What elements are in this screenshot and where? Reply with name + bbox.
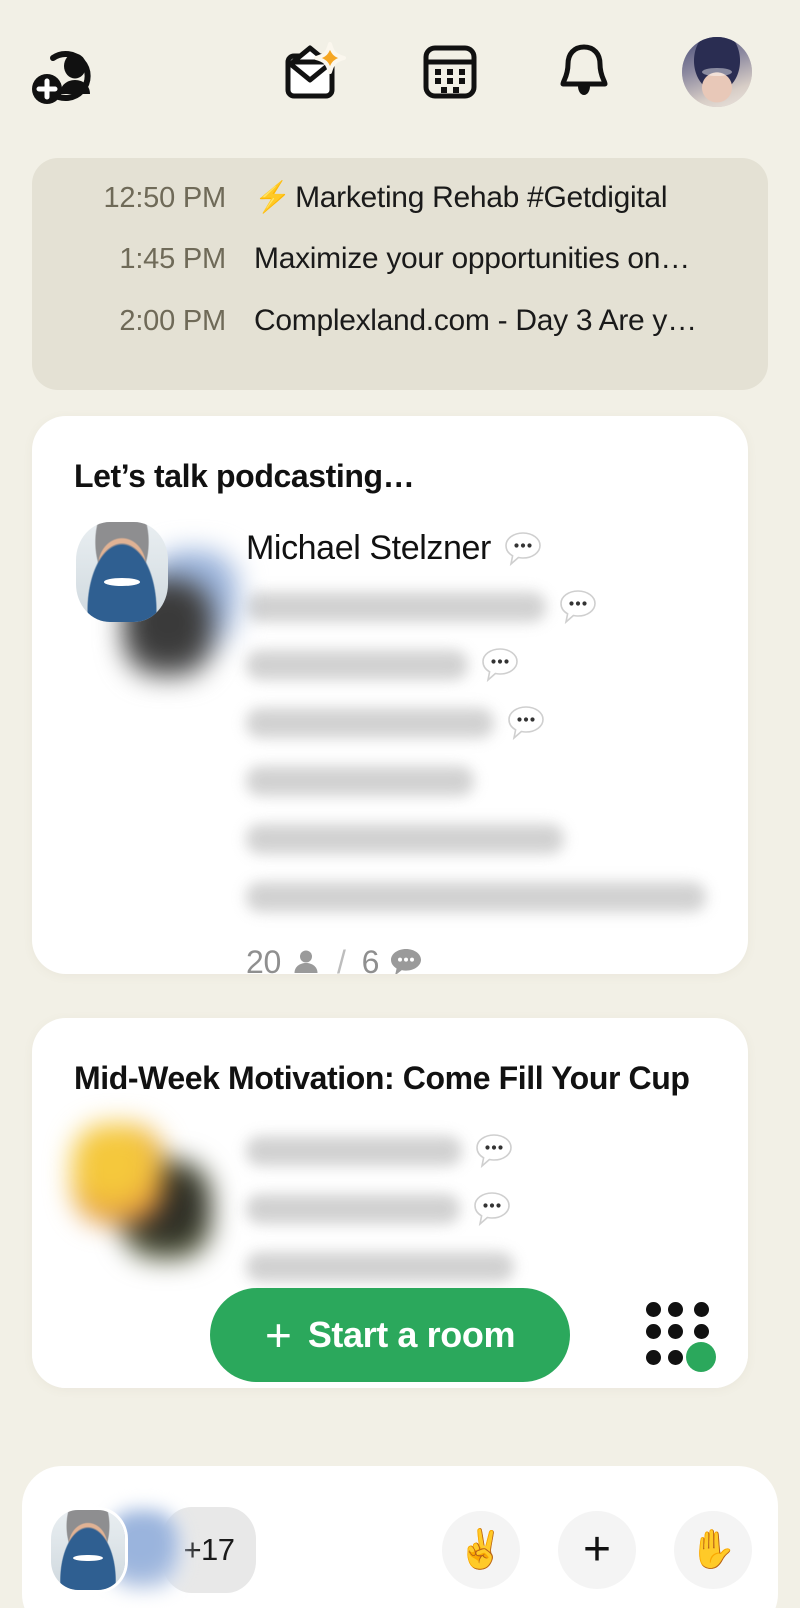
schedule-title-text: Marketing Rehab #Getdigital [295, 181, 668, 214]
schedule-item[interactable]: 12:50 PM ⚡ Marketing Rehab #Getdigital [60, 180, 740, 242]
speech-bubble-icon [506, 704, 546, 742]
speaker-name-list: Michael Stelzner [246, 520, 706, 926]
peace-sign-icon: ✌️ [457, 1529, 505, 1571]
grid-dot [645, 1301, 661, 1317]
room-stats: 20 / 6 [246, 944, 706, 974]
schedule-title-text: Maximize your opportunities on… [254, 242, 690, 275]
speech-bubble-icon [474, 1132, 514, 1170]
envelope-sparkle-icon [285, 42, 346, 99]
speaker-row[interactable] [246, 1238, 706, 1296]
speaker-name-blurred [246, 1251, 514, 1282]
speaker-name-blurred [246, 649, 468, 680]
speaker-name-blurred [246, 823, 564, 854]
speech-bubble-icon [391, 949, 422, 974]
bar-actions: ✌️ + ✋ [442, 1511, 752, 1589]
speaker-row[interactable] [246, 1180, 706, 1238]
speaker-name-blurred [246, 765, 474, 796]
app-header [0, 0, 800, 140]
peace-emoji-button[interactable]: ✌️ [442, 1511, 520, 1589]
room-title: Let’s talk podcasting… [74, 458, 415, 494]
stats-separator: / [337, 943, 346, 974]
speaker-name: Michael Stelzner [246, 529, 491, 568]
grid-dot-active [686, 1342, 716, 1372]
avatar-michael-stelzner [76, 521, 168, 622]
speaker-name-blurred [246, 1135, 462, 1166]
grid-dot [693, 1301, 709, 1317]
clubhouse-app-screen: 12:50 PM ⚡ Marketing Rehab #Getdigital 1:… [0, 0, 800, 1608]
bar-avatar-stack[interactable]: +17 [40, 1507, 256, 1593]
speaker-row[interactable] [246, 868, 706, 926]
speaker-name-blurred [246, 591, 546, 622]
calendar-icon [423, 45, 477, 99]
avatar-image [682, 37, 752, 107]
invites-button[interactable] [280, 36, 352, 108]
grid-dot [645, 1349, 661, 1365]
speaker-name-blurred [246, 707, 494, 738]
room-body [32, 1100, 748, 1296]
calendar-button[interactable] [414, 36, 486, 108]
add-person-icon [32, 51, 91, 104]
schedule-time: 2:00 PM [119, 305, 226, 337]
speaker-name-blurred [246, 1193, 460, 1224]
speaker-name-list [246, 1122, 706, 1296]
speaker-row[interactable] [246, 1122, 706, 1180]
schedule-title-text: Complexland.com - Day 3 Are y… [254, 304, 697, 337]
speaker-row[interactable]: Michael Stelzner [246, 520, 706, 578]
app-grid-icon[interactable] [642, 1298, 716, 1372]
grid-dot [645, 1323, 661, 1339]
start-a-room-button[interactable]: + Start a room [210, 1288, 570, 1382]
schedule-time: 12:50 PM [103, 182, 226, 214]
grid-dot [693, 1323, 709, 1339]
invite-people-button[interactable]: + [558, 1511, 636, 1589]
grid-dot [667, 1301, 683, 1317]
speaker-row[interactable] [246, 578, 706, 636]
speech-bubble-icon [480, 646, 520, 684]
add-person-button[interactable] [30, 44, 104, 113]
room-card[interactable]: Let’s talk podcasting… Michael Stelzner [32, 416, 748, 974]
lightning-bolt-icon: ⚡ [254, 181, 292, 214]
plus-icon: + [264, 1309, 292, 1361]
speech-bubble-icon [472, 1190, 512, 1228]
speaker-row[interactable] [246, 810, 706, 868]
room-title: Mid-Week Motivation: Come Fill Your Cup [74, 1060, 690, 1096]
profile-avatar[interactable] [682, 37, 752, 107]
speaker-row[interactable] [246, 694, 706, 752]
bell-icon [560, 44, 608, 95]
plus-icon: + [582, 1523, 612, 1576]
speaker-name-blurred [246, 881, 706, 912]
speaker-avatars [70, 516, 240, 678]
room-body: Michael Stelzner 20 / 6 [32, 498, 748, 974]
avatar-michael-stelzner [48, 1507, 128, 1593]
schedule-time: 1:45 PM [119, 243, 226, 275]
speaker-row[interactable] [246, 752, 706, 810]
active-room-bar: +17 ✌️ + ✋ [22, 1466, 778, 1608]
member-count: 20 [246, 943, 281, 974]
speech-bubble-icon [503, 530, 543, 568]
notifications-button[interactable] [548, 36, 620, 108]
speaker-avatars [70, 1114, 240, 1260]
schedule-item[interactable]: 2:00 PM Complexland.com - Day 3 Are y… [60, 304, 740, 366]
raised-hand-icon: ✋ [689, 1529, 737, 1571]
start-room-row: + Start a room [0, 1288, 800, 1382]
speaker-count: 6 [361, 943, 380, 974]
schedule-item[interactable]: 1:45 PM Maximize your opportunities on… [60, 242, 740, 304]
avatar [72, 1123, 164, 1224]
grid-dot [667, 1349, 683, 1365]
schedule-title: ⚡ Marketing Rehab #Getdigital [240, 180, 667, 215]
person-icon [294, 950, 318, 974]
raise-hand-button[interactable]: ✋ [674, 1511, 752, 1589]
grid-dot [667, 1323, 683, 1339]
upcoming-schedule-card: 12:50 PM ⚡ Marketing Rehab #Getdigital 1:… [32, 158, 768, 390]
start-room-label: Start a room [307, 1314, 516, 1355]
speech-bubble-icon [558, 588, 598, 626]
speaker-row[interactable] [246, 636, 706, 694]
